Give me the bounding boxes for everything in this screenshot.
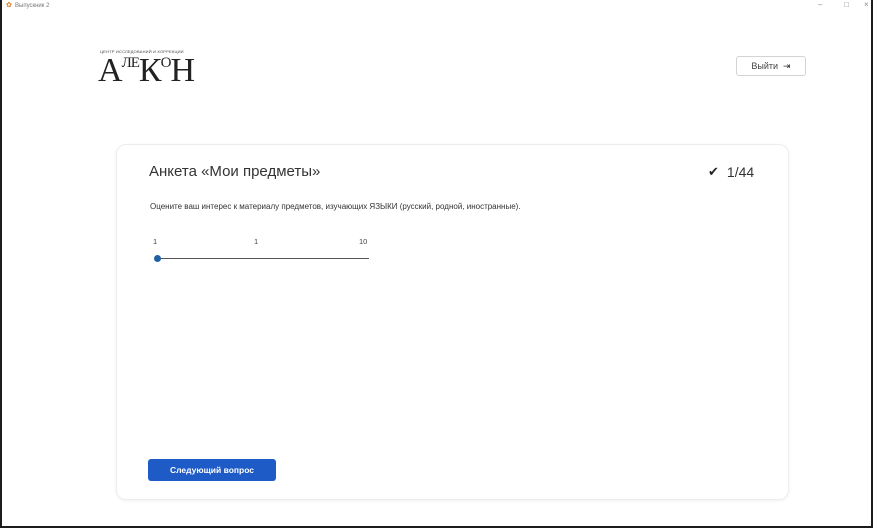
progress-count: 1/44 (726, 164, 755, 180)
pinwheel-icon: ✿ (6, 2, 12, 9)
check-icon: ✔ (708, 164, 719, 179)
question-text: Оцените ваш интерес к материалу предмето… (150, 202, 521, 211)
progress-indicator: ✔ 1/44 (708, 164, 754, 180)
survey-title: Анкета «Мои предметы» (149, 163, 321, 180)
next-question-button[interactable]: Следующий вопрос (148, 459, 276, 481)
slider-value-label: 1 (254, 237, 259, 246)
survey-card: Анкета «Мои предметы» ✔ 1/44 Оцените ваш… (116, 144, 789, 500)
slider-track[interactable] (155, 258, 369, 259)
title-bar: ✿ Выпускник 2 – □ × (2, 0, 871, 12)
logo-mark: АЛЕКОН (98, 52, 195, 89)
logout-label: Выйти (751, 61, 779, 71)
logout-icon: ⇥ (783, 60, 791, 71)
slider-thumb[interactable] (154, 255, 161, 262)
interest-slider[interactable] (154, 254, 369, 264)
logout-button[interactable]: Выйти ⇥ (736, 56, 806, 76)
slider-labels: 1 1 10 (153, 237, 373, 247)
app-window: ✿ Выпускник 2 – □ × ЦЕНТР ИССЛЕДОВАНИЙ И… (0, 0, 873, 528)
window-title: Выпускник 2 (15, 3, 50, 9)
minimize-button[interactable]: – (818, 1, 822, 9)
slider-min-label: 1 (153, 237, 158, 246)
maximize-button[interactable]: □ (844, 1, 849, 9)
logo: ЦЕНТР ИССЛЕДОВАНИЙ И КОРРЕКЦИИ АЛЕКОН (98, 46, 208, 90)
close-button[interactable]: × (864, 1, 869, 9)
slider-max-label: 10 (359, 237, 368, 246)
